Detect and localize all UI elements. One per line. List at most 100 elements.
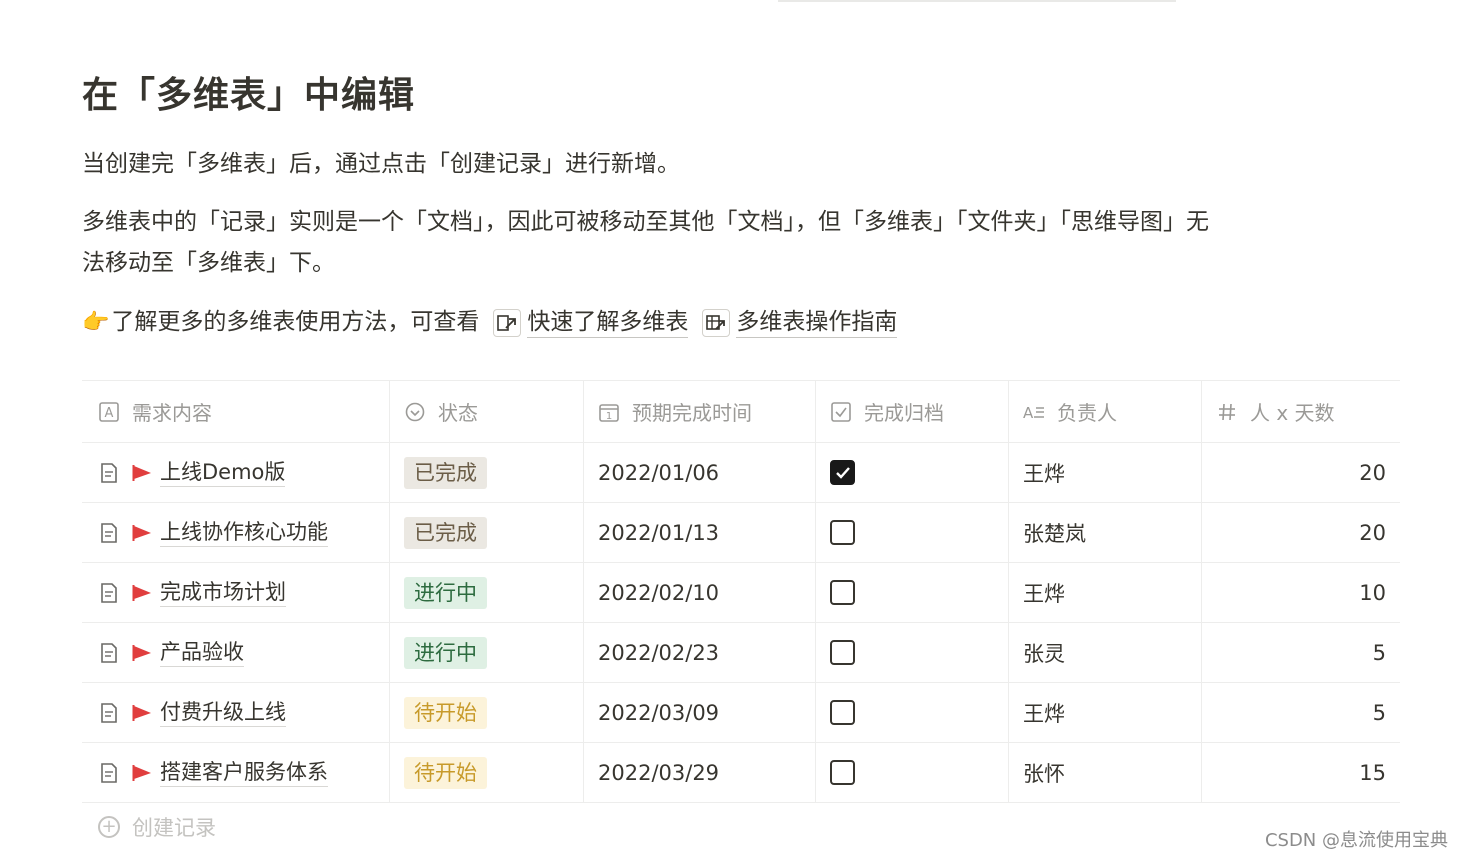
cell-status[interactable]: 待开始 [390,743,584,802]
cell-date[interactable]: 2022/01/06 [584,443,816,502]
due-date: 2022/02/23 [598,640,720,665]
header-label: 需求内容 [132,401,212,425]
top-divider [778,0,1176,2]
cell-date[interactable]: 2022/03/09 [584,683,816,742]
status-badge: 已完成 [404,516,487,549]
cell-days[interactable]: 10 [1202,563,1400,622]
cell-owner[interactable]: 王烨 [1009,683,1202,742]
table-row[interactable]: 上线Demo版 已完成 2022/01/06 王烨 20 [82,443,1400,503]
table-row[interactable]: 产品验收 进行中 2022/02/23 张灵 5 [82,623,1400,683]
text-field-icon: A [98,401,120,423]
document-icon [101,702,117,723]
page-title: 在「多维表」中编辑 [82,75,416,116]
owner-name: 张楚岚 [1023,521,1086,546]
cell-owner[interactable]: 张灵 [1009,623,1202,682]
quick-guide-link[interactable]: 快速了解多维表 [493,307,689,338]
cell-content[interactable]: 上线协作核心功能 [82,503,390,562]
check-icon [835,466,850,479]
cell-archived [816,683,1009,742]
document-icon [101,462,117,483]
cell-date[interactable]: 2022/01/13 [584,503,816,562]
cell-archived [816,743,1009,802]
due-date: 2022/03/09 [598,700,720,725]
cell-content[interactable]: 完成市场计划 [82,563,390,622]
create-record-label: 创建记录 [132,816,216,840]
cell-archived [816,623,1009,682]
owner-name: 张怀 [1023,761,1065,786]
cell-date[interactable]: 2022/03/29 [584,743,816,802]
calendar-icon: 1 [598,401,620,423]
cell-archived [816,443,1009,502]
header-label: 人 x 天数 [1250,401,1335,425]
person-days-value: 10 [1359,580,1386,605]
table-header-row: A 需求内容 状态 1 预期完成时间 完成归档 A 负责人 人 x 天数 [82,381,1400,443]
column-header-date[interactable]: 1 预期完成时间 [584,381,816,442]
archive-checkbox[interactable] [830,460,855,485]
record-title[interactable]: 完成市场计划 [160,578,286,607]
number-field-icon [1216,401,1238,423]
cell-owner[interactable]: 王烨 [1009,443,1202,502]
record-title[interactable]: 上线协作核心功能 [160,518,328,547]
table-row[interactable]: 上线协作核心功能 已完成 2022/01/13 张楚岚 20 [82,503,1400,563]
owner-name: 王烨 [1023,581,1065,606]
cell-days[interactable]: 20 [1202,503,1400,562]
table-row[interactable]: 完成市场计划 进行中 2022/02/10 王烨 10 [82,563,1400,623]
archive-checkbox[interactable] [830,760,855,785]
column-header-owner[interactable]: A 负责人 [1009,381,1202,442]
table-row[interactable]: 搭建客户服务体系 待开始 2022/03/29 张怀 15 [82,743,1400,803]
doc-link-icon [493,308,522,337]
document-icon [101,642,117,663]
record-title[interactable]: 搭建客户服务体系 [160,758,328,787]
cell-content[interactable]: 搭建客户服务体系 [82,743,390,802]
cell-status[interactable]: 进行中 [390,623,584,682]
column-header-content[interactable]: A 需求内容 [82,381,390,442]
owner-name: 王烨 [1023,461,1065,486]
column-header-archived[interactable]: 完成归档 [816,381,1009,442]
cell-owner[interactable]: 张楚岚 [1009,503,1202,562]
cell-days[interactable]: 5 [1202,683,1400,742]
cell-days[interactable]: 5 [1202,623,1400,682]
archive-checkbox[interactable] [830,580,855,605]
due-date: 2022/02/10 [598,580,720,605]
cell-content[interactable]: 上线Demo版 [82,443,390,502]
cell-content[interactable]: 付费升级上线 [82,683,390,742]
cell-status[interactable]: 已完成 [390,503,584,562]
owner-name: 张灵 [1023,641,1065,666]
archive-checkbox[interactable] [830,520,855,545]
svg-text:A: A [1023,404,1034,422]
header-label: 预期完成时间 [632,401,752,425]
person-days-value: 20 [1359,520,1386,545]
cell-status[interactable]: 已完成 [390,443,584,502]
archive-checkbox[interactable] [830,640,855,665]
archive-checkbox[interactable] [830,700,855,725]
svg-text:A: A [105,406,114,421]
record-title[interactable]: 付费升级上线 [160,698,286,727]
due-date: 2022/03/29 [598,760,720,785]
cell-date[interactable]: 2022/02/10 [584,563,816,622]
cell-owner[interactable]: 张怀 [1009,743,1202,802]
create-record-button[interactable]: + 创建记录 [98,812,216,842]
column-header-status[interactable]: 状态 [390,381,584,442]
due-date: 2022/01/13 [598,520,720,545]
plus-circle-icon: + [98,816,120,838]
learn-more-text: 了解更多的多维表使用方法，可查看 [111,309,480,335]
record-title[interactable]: 产品验收 [160,638,244,667]
cell-date[interactable]: 2022/02/23 [584,623,816,682]
cell-owner[interactable]: 王烨 [1009,563,1202,622]
cell-days[interactable]: 15 [1202,743,1400,802]
cell-status[interactable]: 进行中 [390,563,584,622]
table-row[interactable]: 付费升级上线 待开始 2022/03/09 王烨 5 [82,683,1400,743]
status-badge: 进行中 [404,636,487,669]
record-title[interactable]: 上线Demo版 [160,458,286,487]
cell-content[interactable]: 产品验收 [82,623,390,682]
header-label: 负责人 [1057,401,1117,425]
document-icon [101,582,117,603]
note-paragraph-line1: 多维表中的「记录」实则是一个「文档」，因此可被移动至其他「文档」，但「多维表」「… [82,209,1209,235]
cell-status[interactable]: 待开始 [390,683,584,742]
person-days-value: 5 [1372,700,1386,725]
document-icon [101,762,117,783]
cell-days[interactable]: 20 [1202,443,1400,502]
document-icon [101,522,117,543]
column-header-days[interactable]: 人 x 天数 [1202,381,1400,442]
operation-guide-link[interactable]: 多维表操作指南 [702,307,898,338]
